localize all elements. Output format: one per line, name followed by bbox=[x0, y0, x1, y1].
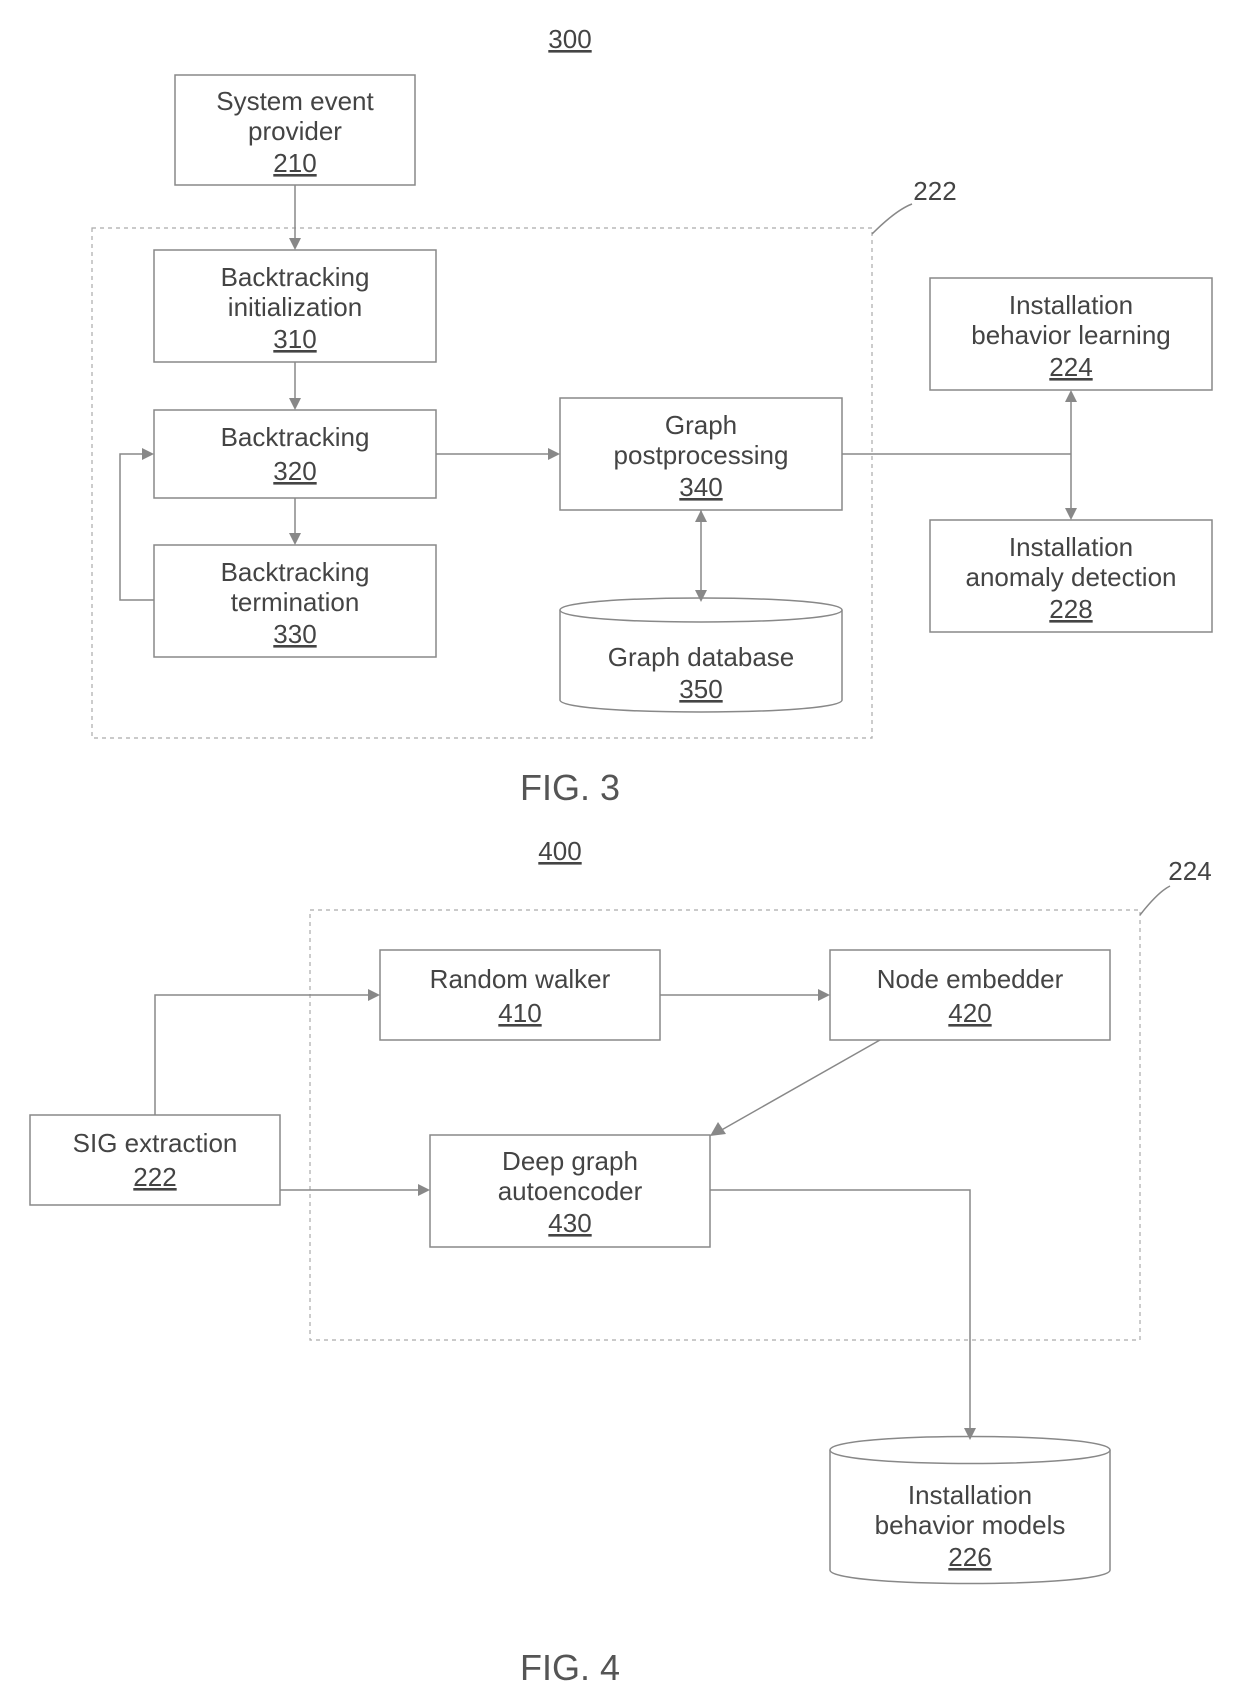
box-random-walker: Random walker 410 bbox=[380, 950, 660, 1040]
fig3-number: 300 bbox=[548, 24, 591, 54]
fig3-caption: FIG. 3 bbox=[520, 767, 620, 808]
svg-text:anomaly detection: anomaly detection bbox=[965, 562, 1176, 592]
box-bt-init: Backtracking initialization 310 bbox=[154, 250, 436, 362]
svg-text:224: 224 bbox=[1049, 352, 1092, 382]
svg-text:termination: termination bbox=[231, 587, 360, 617]
group-224-label: 224 bbox=[1168, 856, 1211, 886]
svg-text:228: 228 bbox=[1049, 594, 1092, 624]
svg-text:Installation: Installation bbox=[1009, 532, 1133, 562]
svg-text:410: 410 bbox=[498, 998, 541, 1028]
svg-text:behavior models: behavior models bbox=[875, 1510, 1066, 1540]
svg-text:Backtracking: Backtracking bbox=[221, 262, 370, 292]
svg-text:330: 330 bbox=[273, 619, 316, 649]
box-bt: Backtracking 320 bbox=[154, 410, 436, 498]
svg-text:350: 350 bbox=[679, 674, 722, 704]
leader-222 bbox=[872, 204, 912, 234]
group-222-label: 222 bbox=[913, 176, 956, 206]
svg-text:Node embedder: Node embedder bbox=[877, 964, 1064, 994]
svg-text:210: 210 bbox=[273, 148, 316, 178]
svg-text:Graph database: Graph database bbox=[608, 642, 794, 672]
svg-text:222: 222 bbox=[133, 1162, 176, 1192]
svg-text:postprocessing: postprocessing bbox=[614, 440, 789, 470]
svg-text:SIG extraction: SIG extraction bbox=[73, 1128, 238, 1158]
svg-text:Deep graph: Deep graph bbox=[502, 1146, 638, 1176]
box-bt-term: Backtracking termination 330 bbox=[154, 545, 436, 657]
svg-text:430: 430 bbox=[548, 1208, 591, 1238]
box-deep-graph-autoencoder: Deep graph autoencoder 430 bbox=[430, 1135, 710, 1247]
svg-text:Graph: Graph bbox=[665, 410, 737, 440]
svg-text:behavior learning: behavior learning bbox=[971, 320, 1170, 350]
db-graph-database: Graph database 350 bbox=[560, 598, 842, 712]
fig4-number: 400 bbox=[538, 836, 581, 866]
svg-text:initialization: initialization bbox=[228, 292, 362, 322]
svg-text:Installation: Installation bbox=[1009, 290, 1133, 320]
svg-text:310: 310 bbox=[273, 324, 316, 354]
box-sig-extraction: SIG extraction 222 bbox=[30, 1115, 280, 1205]
svg-text:320: 320 bbox=[273, 456, 316, 486]
box-graph-post: Graph postprocessing 340 bbox=[560, 398, 842, 510]
diagram-canvas: 300 System event provider 210 222 Backtr… bbox=[0, 0, 1240, 1689]
svg-text:provider: provider bbox=[248, 116, 342, 146]
svg-text:System event: System event bbox=[216, 86, 374, 116]
svg-text:420: 420 bbox=[948, 998, 991, 1028]
svg-text:Backtracking: Backtracking bbox=[221, 422, 370, 452]
svg-text:Random walker: Random walker bbox=[430, 964, 611, 994]
box-node-embedder: Node embedder 420 bbox=[830, 950, 1110, 1040]
box-inst-learn: Installation behavior learning 224 bbox=[930, 278, 1212, 390]
svg-text:autoencoder: autoencoder bbox=[498, 1176, 643, 1206]
fig4-caption: FIG. 4 bbox=[520, 1647, 620, 1688]
svg-text:226: 226 bbox=[948, 1542, 991, 1572]
svg-text:340: 340 bbox=[679, 472, 722, 502]
db-installation-behavior-models: Installation behavior models 226 bbox=[830, 1437, 1110, 1584]
box-sys-event-provider: System event provider 210 bbox=[175, 75, 415, 185]
box-inst-anom: Installation anomaly detection 228 bbox=[930, 520, 1212, 632]
svg-text:Installation: Installation bbox=[908, 1480, 1032, 1510]
svg-text:Backtracking: Backtracking bbox=[221, 557, 370, 587]
